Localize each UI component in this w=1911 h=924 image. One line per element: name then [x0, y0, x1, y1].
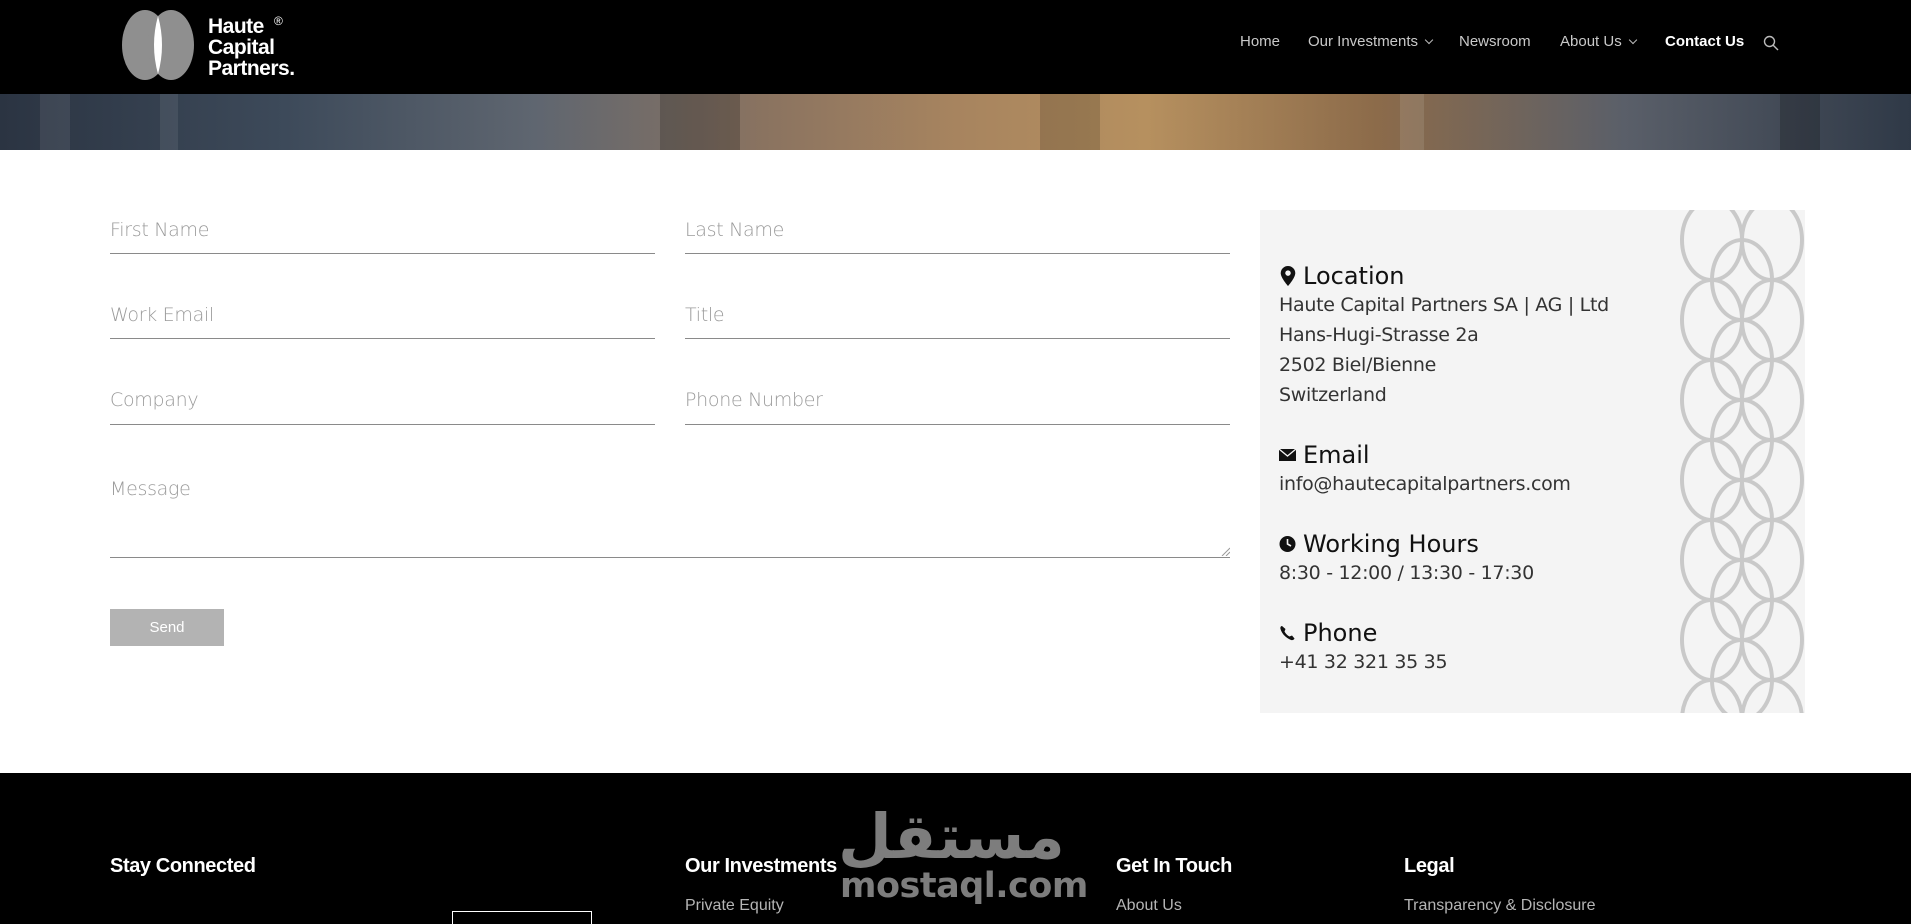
- phone-icon: [1280, 626, 1295, 641]
- clock-icon: [1279, 536, 1296, 552]
- decorative-pattern: [1680, 210, 1804, 713]
- newsletter-input[interactable]: [452, 911, 592, 924]
- resize-handle-icon[interactable]: [1220, 546, 1230, 556]
- watermark-arabic: مستقل: [838, 800, 1067, 873]
- working-hours-value: 8:30 - 12:00 / 13:30 - 17:30: [1279, 562, 1534, 584]
- first-name-field[interactable]: First Name: [110, 215, 655, 254]
- footer-heading-legal: Legal: [1404, 855, 1455, 877]
- footer-heading-get-in-touch: Get In Touch: [1116, 855, 1232, 877]
- message-textarea[interactable]: Message: [110, 474, 1230, 558]
- nav-contact-us[interactable]: Contact Us: [1665, 33, 1744, 50]
- chevron-down-icon: [1424, 35, 1434, 45]
- address-line: Switzerland: [1279, 384, 1387, 406]
- company-field[interactable]: Company: [110, 385, 655, 425]
- chevron-down-icon: [1628, 35, 1637, 45]
- hero-banner-image: [0, 94, 1911, 150]
- logo-mark-icon: [122, 10, 194, 80]
- last-name-field[interactable]: Last Name: [685, 215, 1230, 254]
- nav-about-us[interactable]: About Us: [1560, 33, 1637, 50]
- address-line: Haute Capital Partners SA | AG | Ltd: [1279, 294, 1609, 316]
- phone-block: Phone +41 32 321 35 35: [1279, 619, 1448, 677]
- company-logo[interactable]: Haute Capital Partners. ®: [120, 8, 300, 82]
- footer-link-about-us[interactable]: About Us: [1116, 897, 1182, 915]
- location-heading: Location: [1279, 262, 1609, 290]
- hours-block: Working Hours 8:30 - 12:00 / 13:30 - 17:…: [1279, 530, 1534, 588]
- phone-number-field[interactable]: Phone Number: [685, 385, 1230, 425]
- send-button[interactable]: Send: [110, 609, 224, 646]
- contact-info-card: Location Haute Capital Partners SA | AG …: [1260, 210, 1805, 713]
- site-header: Haute Capital Partners. ® Home Our Inves…: [0, 0, 1911, 94]
- nav-our-investments[interactable]: Our Investments: [1308, 33, 1434, 50]
- location-block: Location Haute Capital Partners SA | AG …: [1279, 262, 1609, 410]
- watermark-latin: mostaql.com: [840, 866, 1088, 906]
- email-address[interactable]: info@hautecapitalpartners.com: [1279, 469, 1571, 499]
- watermark-overlay: مستقل mostaql.com: [838, 800, 1088, 908]
- nav-home[interactable]: Home: [1240, 33, 1280, 50]
- work-email-field[interactable]: Work Email: [110, 300, 655, 339]
- email-heading: Email: [1279, 441, 1571, 469]
- address-line: Hans-Hugi-Strasse 2a: [1279, 324, 1479, 346]
- phone-heading: Phone: [1279, 619, 1447, 647]
- footer-heading-our-investments: Our Investments: [685, 855, 837, 877]
- working-hours-heading: Working Hours: [1279, 530, 1534, 558]
- title-field[interactable]: Title: [685, 300, 1230, 339]
- nav-newsroom[interactable]: Newsroom: [1459, 33, 1531, 50]
- footer-heading-stay-connected: Stay Connected: [110, 855, 256, 877]
- email-block: Email info@hautecapitalpartners.com: [1279, 441, 1571, 499]
- footer-link-private-equity[interactable]: Private Equity: [685, 897, 784, 915]
- envelope-icon: [1279, 448, 1297, 461]
- registered-mark: ®: [274, 14, 283, 28]
- address-line: 2502 Biel/Bienne: [1279, 354, 1437, 376]
- phone-number-value[interactable]: +41 32 321 35 35: [1279, 647, 1448, 677]
- search-icon[interactable]: [1763, 35, 1779, 51]
- map-pin-icon: [1280, 266, 1296, 286]
- footer-link-transparency[interactable]: Transparency & Disclosure: [1404, 897, 1595, 915]
